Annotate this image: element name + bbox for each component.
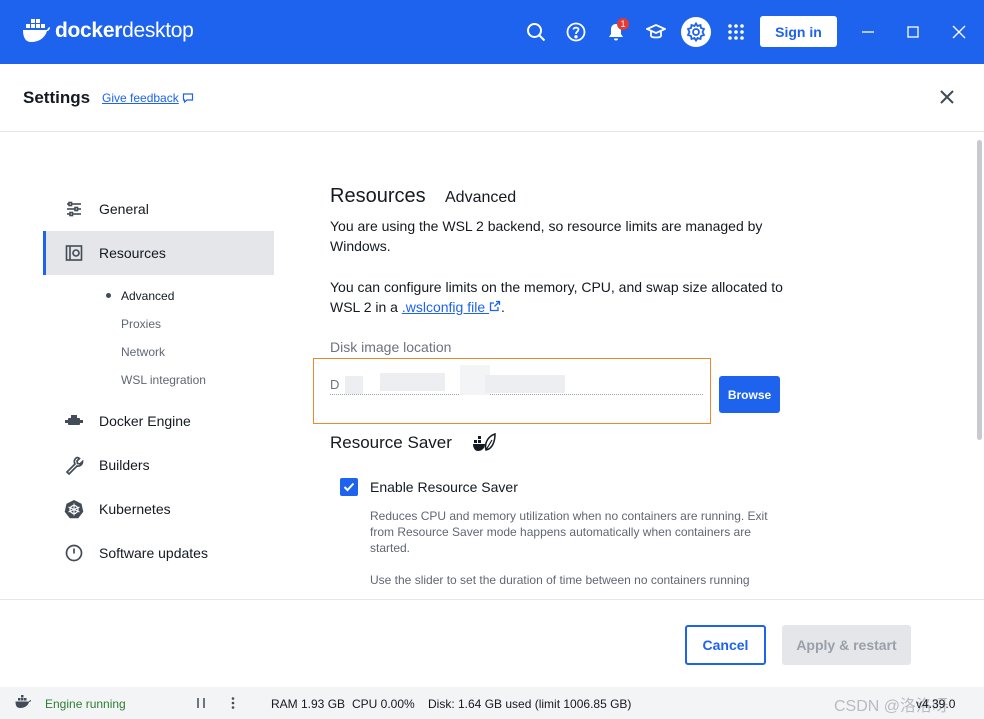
sign-in-button[interactable]: Sign in (760, 16, 837, 47)
wsl-backend-note: You are using the WSL 2 backend, so reso… (330, 218, 763, 254)
sidebar-subitem-proxies[interactable]: Proxies (121, 317, 161, 331)
resources-icon (63, 242, 85, 264)
docker-whale-icon (15, 695, 31, 708)
section-title: Resources (330, 185, 426, 207)
minimize-icon (862, 31, 874, 33)
app-version: v4.39.0 (916, 697, 956, 711)
help-button[interactable] (561, 17, 591, 47)
sidebar-item-label: General (99, 201, 149, 217)
search-button[interactable] (521, 17, 551, 47)
resource-saver-description: Reduces CPU and memory utilization when … (370, 509, 768, 555)
sidebar-item-label: Software updates (99, 545, 208, 561)
ram-usage: RAM 1.93 GB (271, 697, 346, 711)
maximize-button[interactable] (901, 20, 925, 44)
resource-saver-slider-description: Use the slider to set the duration of ti… (370, 573, 750, 587)
redacted-path-blur (485, 375, 565, 393)
engine-icon (63, 410, 85, 432)
close-icon (952, 25, 966, 39)
title-bar: dockerdesktop 1 Sign in (0, 0, 984, 64)
pause-icon[interactable] (194, 696, 208, 710)
settings-sidebar: General Resources Advanced Proxies Netwo… (0, 133, 300, 599)
settings-header: Settings Give feedback (0, 64, 984, 132)
status-bar: Engine running RAM 1.93 GB CPU 0.00% Dis… (0, 687, 984, 719)
sidebar-item-software-updates[interactable]: Software updates (43, 531, 274, 575)
enable-resource-saver-label[interactable]: Enable Resource Saver (370, 479, 518, 495)
apply-restart-button[interactable]: Apply & restart (782, 625, 911, 665)
content-scrollbar[interactable] (977, 140, 982, 440)
maximize-icon (907, 26, 919, 38)
help-icon (566, 22, 586, 42)
cpu-usage: CPU 0.00% (352, 697, 415, 711)
clock-icon (63, 542, 85, 564)
settings-footer: Cancel Apply & restart (0, 599, 984, 687)
logo-text-desktop: desktop (122, 19, 194, 42)
gear-icon (686, 22, 706, 42)
redacted-path-blur (345, 376, 363, 394)
sidebar-subitem-advanced[interactable]: Advanced (121, 289, 174, 303)
resource-saver-title: Resource Saver (330, 433, 452, 452)
give-feedback-label: Give feedback (102, 91, 179, 105)
page-title: Settings (23, 88, 91, 107)
minimize-button[interactable] (856, 20, 880, 44)
sidebar-item-label: Kubernetes (99, 501, 171, 517)
sidebar-subitem-wsl-integration[interactable]: WSL integration (121, 373, 206, 387)
sidebar-item-label: Builders (99, 457, 150, 473)
wslconfig-link-text: .wslconfig file (401, 299, 486, 315)
settings-button[interactable] (681, 17, 711, 47)
grid-icon (728, 24, 744, 40)
sidebar-item-label: Docker Engine (99, 413, 191, 429)
checkmark-icon (343, 482, 355, 492)
wslconfig-note-end: . (501, 299, 505, 315)
sidebar-item-builders[interactable]: Builders (43, 443, 274, 487)
external-link-icon (489, 300, 501, 312)
notifications-button[interactable]: 1 (601, 17, 631, 47)
sidebar-item-general[interactable]: General (43, 187, 274, 231)
section-subtitle: Advanced (445, 189, 517, 206)
sidebar-item-docker-engine[interactable]: Docker Engine (43, 399, 274, 443)
learning-center-button[interactable] (641, 17, 671, 47)
cancel-button[interactable]: Cancel (685, 625, 766, 665)
engine-status[interactable]: Engine running (45, 697, 126, 711)
disk-usage: Disk: 1.64 GB used (limit 1006.85 GB) (428, 697, 632, 711)
active-sub-item-dot (106, 293, 111, 298)
kubernetes-icon (63, 498, 85, 520)
redacted-path-blur (380, 373, 445, 391)
sidebar-item-label: Resources (99, 245, 166, 261)
feedback-chat-icon (182, 93, 193, 104)
more-vertical-icon[interactable] (226, 696, 240, 710)
extensions-grid-button[interactable] (721, 17, 751, 47)
search-icon (527, 23, 546, 42)
give-feedback-link[interactable]: Give feedback (102, 91, 194, 105)
sidebar-item-resources[interactable]: Resources (43, 231, 274, 275)
enable-resource-saver-checkbox[interactable] (340, 478, 358, 496)
logo-text-docker: docker (55, 19, 123, 42)
sidebar-item-kubernetes[interactable]: Kubernetes (43, 487, 274, 531)
graduation-cap-icon (646, 24, 666, 39)
resources-advanced-panel: Resources Advanced You are using the WSL… (300, 133, 976, 599)
browse-button[interactable]: Browse (719, 376, 780, 413)
wrench-icon (63, 454, 85, 476)
resource-saver-leaf-icon (473, 432, 496, 451)
notification-badge: 1 (617, 18, 629, 30)
wslconfig-file-link[interactable]: .wslconfig file (402, 299, 501, 315)
sidebar-subitem-network[interactable]: Network (121, 345, 165, 359)
docker-desktop-logo: dockerdesktop (22, 18, 194, 44)
wslconfig-note-text: You can configure limits on the memory, … (330, 279, 783, 315)
docker-whale-icon (23, 19, 50, 42)
disk-image-location-label: Disk image location (330, 339, 452, 355)
close-window-button[interactable] (947, 20, 971, 44)
sliders-icon (63, 198, 85, 220)
wslconfig-note: You can configure limits on the memory, … (330, 277, 790, 317)
close-settings-icon[interactable] (936, 86, 958, 108)
